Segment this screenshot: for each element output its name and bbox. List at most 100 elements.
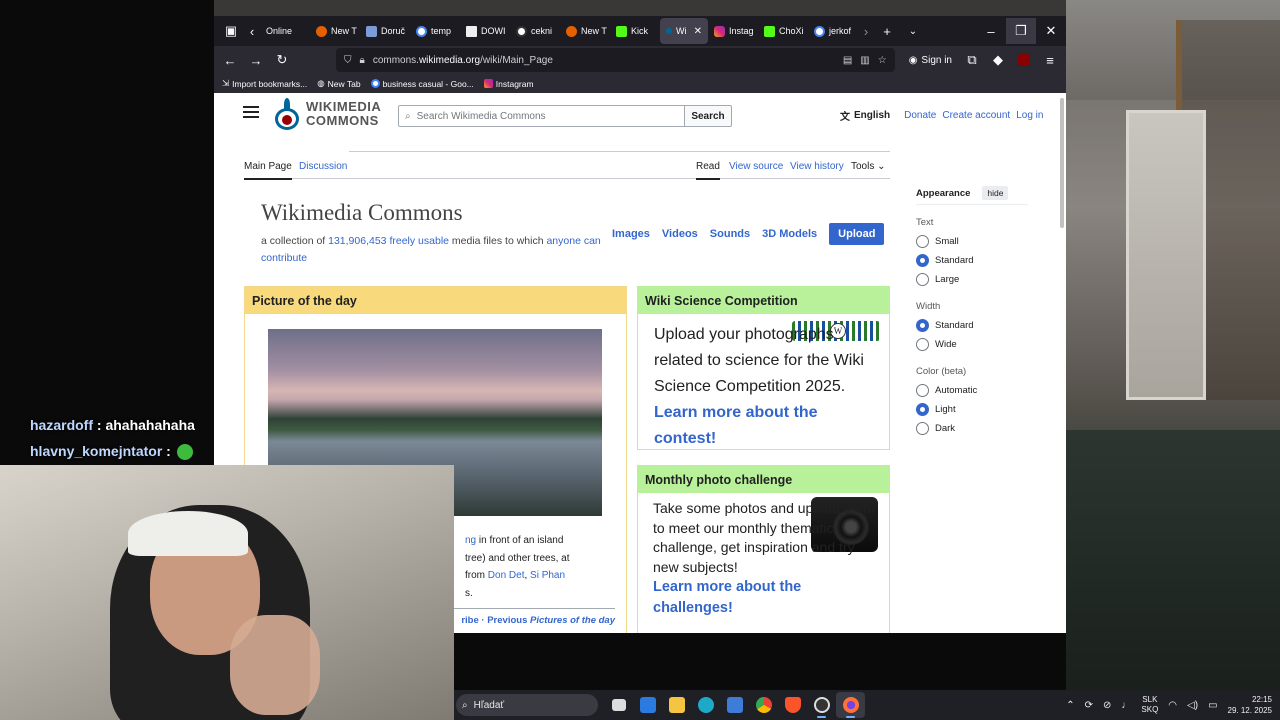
browser-tab[interactable]: Kick — [610, 18, 660, 44]
reload-icon[interactable]: ↻ — [270, 48, 294, 72]
language-button[interactable]: 文 English — [840, 108, 890, 123]
store-icon[interactable] — [633, 692, 662, 718]
color-light[interactable]: Light — [916, 400, 1028, 419]
maximize-icon[interactable]: ❐ — [1006, 18, 1036, 44]
subscribe-link[interactable]: ribe — [461, 615, 478, 626]
save-to-pocket-icon[interactable]: ▥ — [860, 55, 869, 66]
browser-tab[interactable]: Instag — [708, 18, 758, 44]
browser-tab[interactable]: Online — [260, 18, 310, 44]
extensions-icon[interactable]: ⧉ — [960, 48, 984, 72]
bookmark-star-icon[interactable]: ☆ — [878, 55, 887, 66]
sounds-link[interactable]: Sounds — [710, 228, 750, 240]
clock[interactable]: 22:15 29. 12. 2025 — [1228, 694, 1272, 716]
chat-username: hazardoff — [30, 417, 93, 433]
browser-tab[interactable]: ChoXi — [758, 18, 808, 44]
firefox-icon[interactable] — [836, 692, 865, 718]
network-off-icon[interactable]: ⊘ — [1103, 700, 1111, 711]
hide-button[interactable]: hide — [982, 186, 1009, 200]
url-text[interactable]: commons.wikimedia.org/wiki/Main_Page — [373, 55, 553, 66]
create-account-link[interactable]: Create account — [942, 110, 1010, 121]
browser-tab[interactable]: temp — [410, 18, 460, 44]
caption-link[interactable]: ng — [465, 535, 476, 546]
color-dark[interactable]: Dark — [916, 419, 1028, 438]
browser-tab-active[interactable]: Wi ✕ — [660, 18, 708, 44]
wifi-icon[interactable]: ◠ — [1168, 700, 1177, 711]
keyboard-layout[interactable]: SLK SKQ — [1141, 695, 1158, 715]
browser-tab[interactable]: Doruč — [360, 18, 410, 44]
chat-message: hazardoff : ahahahahaha — [30, 414, 195, 440]
battery-icon[interactable]: ▭ — [1208, 700, 1217, 711]
images-link[interactable]: Images — [612, 228, 650, 240]
color-automatic[interactable]: Automatic — [916, 381, 1028, 400]
search-input[interactable]: ⌕ Search Wikimedia Commons — [398, 105, 685, 127]
forward-icon[interactable]: → — [244, 48, 268, 72]
bookmark-instagram[interactable]: Instagram — [483, 79, 534, 89]
browser-tab[interactable]: cekni — [510, 18, 560, 44]
close-window-icon[interactable]: ✕ — [1036, 18, 1066, 44]
text-size-large[interactable]: Large — [916, 270, 1028, 289]
tab-view-history[interactable]: View history — [790, 161, 844, 172]
file-explorer-icon[interactable] — [662, 692, 691, 718]
scroll-tabs-left-icon[interactable]: ‹ — [244, 18, 260, 44]
browser-tab[interactable]: New T — [560, 18, 610, 44]
bookmark-new-tab[interactable]: ◍ New Tab — [317, 78, 360, 89]
new-tab-icon[interactable]: + — [874, 18, 900, 44]
microphone-icon[interactable]: ♩ — [1121, 700, 1131, 711]
previous-link[interactable]: · Previous — [479, 615, 530, 626]
search-button[interactable]: Search — [685, 105, 732, 127]
wsc-learn-more-link[interactable]: Learn more about the contest! — [654, 404, 818, 447]
si-phan-link[interactable]: Si Phan — [530, 570, 565, 581]
minimize-icon[interactable]: – — [976, 18, 1006, 44]
tab-discussion[interactable]: Discussion — [299, 161, 347, 172]
sign-in-button[interactable]: ◉ Sign in — [903, 55, 958, 66]
freely-usable-link[interactable]: freely usable — [389, 235, 449, 247]
ublock-icon[interactable] — [1012, 48, 1036, 72]
tab-overview-icon[interactable]: ▣ — [218, 18, 244, 44]
bookmark-business-casual[interactable]: business casual - Goo... — [370, 79, 474, 89]
extension-icon[interactable]: ◆ — [986, 48, 1010, 72]
reader-view-icon[interactable]: ▤ — [843, 55, 852, 66]
task-view-icon[interactable] — [604, 692, 633, 718]
edge-icon[interactable] — [691, 692, 720, 718]
obs-icon[interactable] — [807, 692, 836, 718]
donate-link[interactable]: Donate — [904, 110, 936, 121]
width-wide[interactable]: Wide — [916, 335, 1028, 354]
wikimedia-commons-logo[interactable]: WIKIMEDIA COMMONS — [274, 98, 381, 130]
close-tab-icon[interactable]: ✕ — [694, 26, 702, 37]
main-menu-icon[interactable] — [243, 106, 259, 118]
chrome-icon[interactable] — [749, 692, 778, 718]
address-bar[interactable]: ⛉ 🔒︎ commons.wikimedia.org/wiki/Main_Pag… — [336, 48, 895, 72]
back-icon[interactable]: ← — [218, 48, 242, 72]
file-count-link[interactable]: 131,906,453 — [328, 235, 386, 247]
browser-tab[interactable]: New T — [310, 18, 360, 44]
tab-read[interactable]: Read — [696, 161, 720, 180]
width-standard[interactable]: Standard — [916, 316, 1028, 335]
don-det-link[interactable]: Don Det — [488, 570, 525, 581]
menu-icon[interactable]: ≡ — [1038, 48, 1062, 72]
mpc-learn-more-link[interactable]: Learn more about the challenges! — [653, 579, 801, 616]
list-all-tabs-icon[interactable]: ⌄ — [900, 18, 926, 44]
text-size-small[interactable]: Small — [916, 232, 1028, 251]
bookmark-import[interactable]: ⇲ Import bookmarks... — [222, 78, 307, 89]
taskbar-search[interactable]: ⌕ Hľadať — [456, 694, 598, 716]
shield-icon[interactable]: ⛉ — [344, 55, 352, 66]
videos-link[interactable]: Videos — [662, 228, 698, 240]
lock-icon[interactable]: 🔒︎ — [360, 55, 365, 66]
brave-icon[interactable] — [778, 692, 807, 718]
scroll-tabs-right-icon[interactable]: › — [858, 18, 874, 44]
browser-tab[interactable]: DOWI — [460, 18, 510, 44]
tab-view-source[interactable]: View source — [729, 161, 783, 172]
volume-icon[interactable]: ◁) — [1187, 700, 1198, 711]
browser-tab[interactable]: jerkof — [808, 18, 858, 44]
pictures-of-the-day-link[interactable]: Pictures of the day — [530, 615, 615, 626]
sync-icon[interactable]: ⟳ — [1085, 700, 1093, 711]
photos-icon[interactable] — [720, 692, 749, 718]
log-in-link[interactable]: Log in — [1016, 110, 1043, 121]
chevron-up-icon[interactable]: ⌃ — [1066, 700, 1074, 711]
upload-button[interactable]: Upload — [829, 223, 885, 245]
3d-models-link[interactable]: 3D Models — [762, 228, 817, 240]
tab-tools[interactable]: Tools ⌄ — [851, 161, 886, 172]
page-scrollbar[interactable] — [1060, 98, 1064, 228]
text-size-standard[interactable]: Standard — [916, 251, 1028, 270]
tab-main-page[interactable]: Main Page — [244, 161, 292, 180]
